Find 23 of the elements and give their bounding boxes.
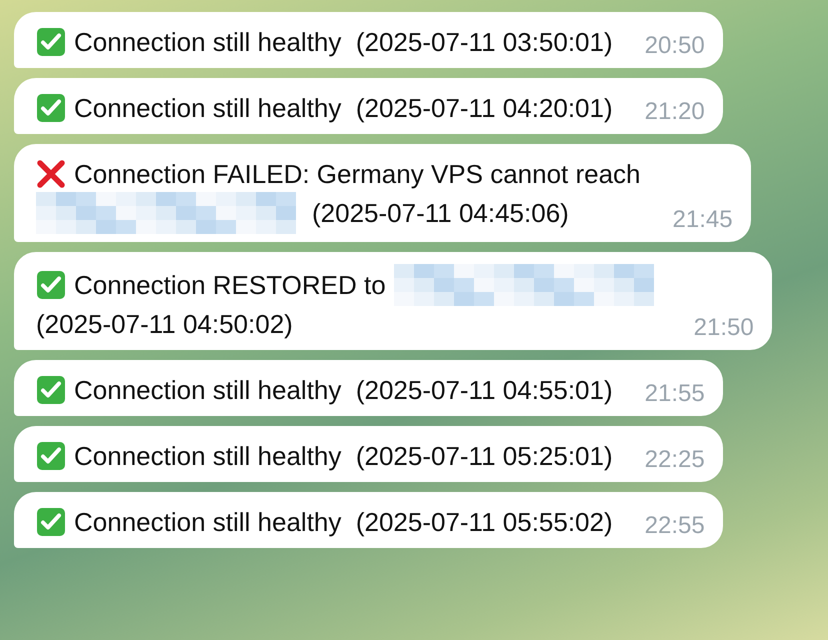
- message-text: Connection still healthy (2025-07-11 03:50:01): [74, 26, 613, 59]
- check-mark-icon: [36, 507, 66, 537]
- check-mark-icon: [36, 27, 66, 57]
- message-time: 21:20: [644, 100, 705, 126]
- check-mark-icon: [36, 270, 66, 300]
- check-mark-icon: [36, 441, 66, 471]
- message-text: Connection still healthy (2025-07-11 05:55:02): [74, 506, 613, 539]
- message-time: 20:50: [644, 34, 705, 60]
- message-text: (2025-07-11 04:45:06): [312, 197, 569, 230]
- check-mark-icon: [36, 93, 66, 123]
- message-text: Connection still healthy (2025-07-11 05:25:01): [74, 440, 613, 473]
- message-text: Connection still healthy (2025-07-11 04:20:01): [74, 92, 613, 125]
- message-time: 21:55: [644, 382, 705, 408]
- message-text: Connection FAILED: Germany VPS cannot reach: [74, 158, 641, 191]
- message-time: 21:50: [694, 316, 754, 342]
- cross-mark-icon: [36, 159, 66, 189]
- check-mark-icon: [36, 375, 66, 405]
- message-text: Connection still healthy (2025-07-11 04:55:01): [74, 374, 613, 407]
- message-text: Connection RESTORED to: [74, 269, 386, 302]
- message-text: (2025-07-11 04:50:02): [36, 308, 293, 341]
- message-time: 22:55: [644, 514, 705, 540]
- message-time: 22:25: [644, 448, 705, 474]
- message-time: 21:45: [672, 208, 733, 234]
